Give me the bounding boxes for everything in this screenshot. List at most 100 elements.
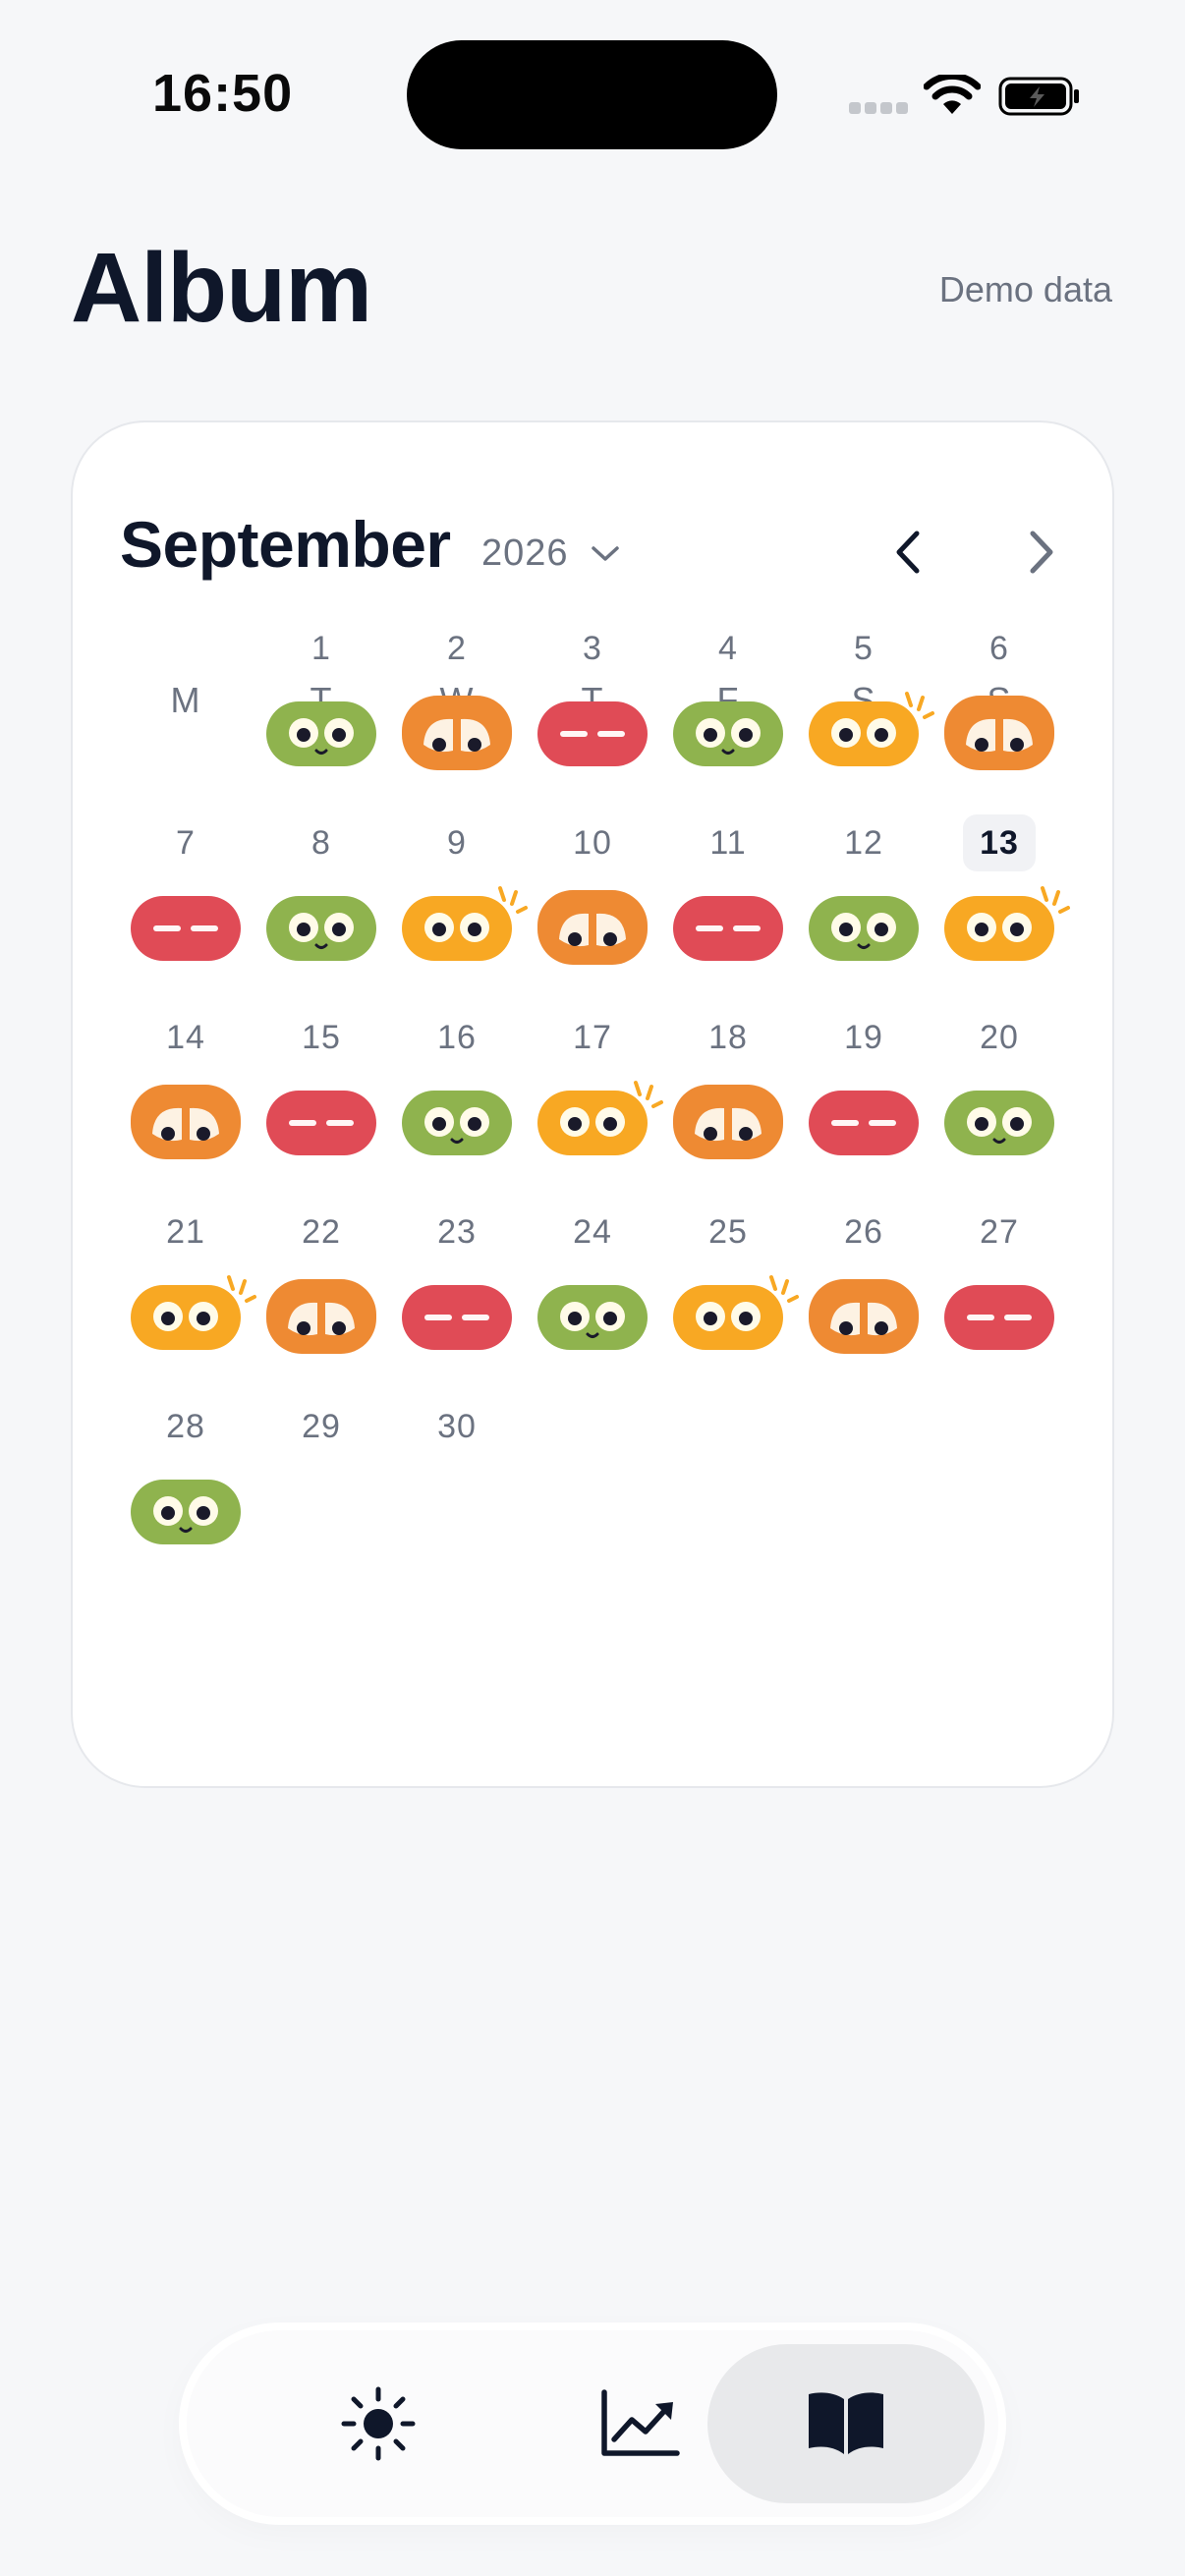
- chevron-down-icon: [591, 545, 619, 561]
- day-cell[interactable]: 11: [660, 813, 796, 1000]
- date-label: 11: [709, 824, 747, 862]
- date-label: 10: [573, 824, 612, 862]
- mood-red-icon[interactable]: [944, 1285, 1054, 1350]
- today-date-label: 13: [963, 814, 1036, 871]
- date-label: 26: [844, 1213, 883, 1251]
- day-cell[interactable]: 8: [254, 813, 389, 1000]
- mood-orange-icon[interactable]: [809, 1279, 919, 1354]
- date-label: 9: [447, 824, 467, 862]
- year-selector[interactable]: 2026: [481, 532, 620, 575]
- mood-yellow-icon[interactable]: [402, 886, 528, 961]
- day-cell[interactable]: 19: [796, 1008, 931, 1195]
- date-label: 25: [708, 1213, 748, 1251]
- date-label: 22: [302, 1213, 341, 1251]
- day-cell[interactable]: 5: [796, 619, 934, 806]
- mood-green-icon[interactable]: [537, 1285, 648, 1350]
- day-cell[interactable]: 12: [796, 813, 931, 1000]
- year-label: 2026: [481, 532, 569, 574]
- day-cell[interactable]: 20: [931, 1008, 1067, 1195]
- demo-data-label[interactable]: Demo data: [939, 269, 1112, 310]
- mood-orange-icon[interactable]: [266, 1279, 376, 1354]
- mood-red-icon[interactable]: [131, 896, 241, 961]
- previous-month-button[interactable]: [869, 513, 947, 591]
- day-cell[interactable]: 15: [254, 1008, 389, 1195]
- day-cell[interactable]: 22: [254, 1203, 389, 1389]
- battery-icon: [998, 77, 1079, 116]
- chevron-right-icon: [1030, 531, 1053, 574]
- mood-yellow-icon[interactable]: [673, 1275, 799, 1350]
- mood-green-icon[interactable]: [131, 1480, 241, 1544]
- day-cell[interactable]: 23: [389, 1203, 525, 1389]
- day-cell[interactable]: 21: [118, 1203, 256, 1389]
- date-label: 15: [302, 1019, 341, 1056]
- mood-orange-icon[interactable]: [131, 1085, 241, 1159]
- month-label: September: [120, 508, 451, 581]
- day-cell[interactable]: 27: [931, 1203, 1067, 1389]
- date-label: 18: [708, 1019, 748, 1056]
- tab-album[interactable]: [707, 2344, 985, 2503]
- day-cell[interactable]: 26: [796, 1203, 931, 1389]
- next-month-button[interactable]: [1002, 513, 1081, 591]
- day-cell[interactable]: 17: [525, 1008, 663, 1195]
- mood-orange-icon[interactable]: [944, 696, 1054, 770]
- day-cell[interactable]: 29: [254, 1397, 389, 1584]
- book-open-icon: [809, 2392, 883, 2454]
- mood-green-icon[interactable]: [266, 896, 376, 961]
- day-cell[interactable]: 18: [660, 1008, 796, 1195]
- day-cell[interactable]: 4: [660, 619, 796, 806]
- date-label: 24: [573, 1213, 612, 1251]
- mood-red-icon[interactable]: [537, 701, 648, 766]
- date-label: 16: [437, 1019, 477, 1056]
- day-cell[interactable]: 1: [254, 619, 389, 806]
- mood-green-icon[interactable]: [673, 701, 783, 766]
- day-cell[interactable]: 13: [931, 813, 1070, 1000]
- mood-yellow-icon[interactable]: [537, 1081, 663, 1155]
- date-label: 1: [311, 630, 331, 667]
- status-bar: 16:50: [0, 0, 1185, 187]
- wifi-icon: [924, 75, 981, 114]
- date-label: 27: [980, 1213, 1019, 1251]
- mood-green-icon[interactable]: [809, 896, 919, 961]
- day-cell[interactable]: 30: [389, 1397, 525, 1584]
- tab-bar: [187, 2330, 998, 2517]
- weekday-label: M: [170, 680, 201, 720]
- mood-orange-icon[interactable]: [402, 696, 512, 770]
- mood-green-icon[interactable]: [402, 1091, 512, 1155]
- day-cell[interactable]: 24: [525, 1203, 660, 1389]
- day-cell[interactable]: 6: [931, 619, 1067, 806]
- cellular-signal-icon: [849, 102, 908, 116]
- chart-line-icon: [601, 2389, 680, 2456]
- sun-icon: [341, 2386, 416, 2461]
- date-label: 12: [844, 824, 883, 862]
- day-cell[interactable]: 7: [118, 813, 254, 1000]
- day-cell[interactable]: 14: [118, 1008, 254, 1195]
- page-title: Album: [71, 233, 372, 343]
- day-cell[interactable]: 16: [389, 1008, 525, 1195]
- mood-red-icon[interactable]: [673, 896, 783, 961]
- day-cell[interactable]: 28: [118, 1397, 254, 1584]
- date-label: 3: [583, 630, 602, 667]
- date-label: 28: [166, 1408, 205, 1445]
- mood-red-icon[interactable]: [809, 1091, 919, 1155]
- day-cell[interactable]: 2: [389, 619, 525, 806]
- date-label: 30: [437, 1408, 477, 1445]
- day-cell[interactable]: 25: [660, 1203, 799, 1389]
- date-label: 17: [573, 1019, 612, 1056]
- date-label: 7: [176, 824, 196, 862]
- day-cell[interactable]: 3: [525, 619, 660, 806]
- mood-orange-icon[interactable]: [673, 1085, 783, 1159]
- mood-orange-icon[interactable]: [537, 890, 648, 965]
- mood-red-icon[interactable]: [266, 1091, 376, 1155]
- chevron-left-icon: [896, 531, 920, 574]
- tab-today[interactable]: [240, 2344, 517, 2503]
- mood-green-icon[interactable]: [944, 1091, 1054, 1155]
- mood-yellow-icon[interactable]: [809, 692, 934, 766]
- dynamic-island: [407, 40, 777, 149]
- date-label: 14: [166, 1019, 205, 1056]
- day-cell[interactable]: 10: [525, 813, 660, 1000]
- mood-yellow-icon[interactable]: [944, 886, 1070, 961]
- mood-green-icon[interactable]: [266, 701, 376, 766]
- mood-red-icon[interactable]: [402, 1285, 512, 1350]
- mood-yellow-icon[interactable]: [131, 1275, 256, 1350]
- day-cell[interactable]: 9: [389, 813, 528, 1000]
